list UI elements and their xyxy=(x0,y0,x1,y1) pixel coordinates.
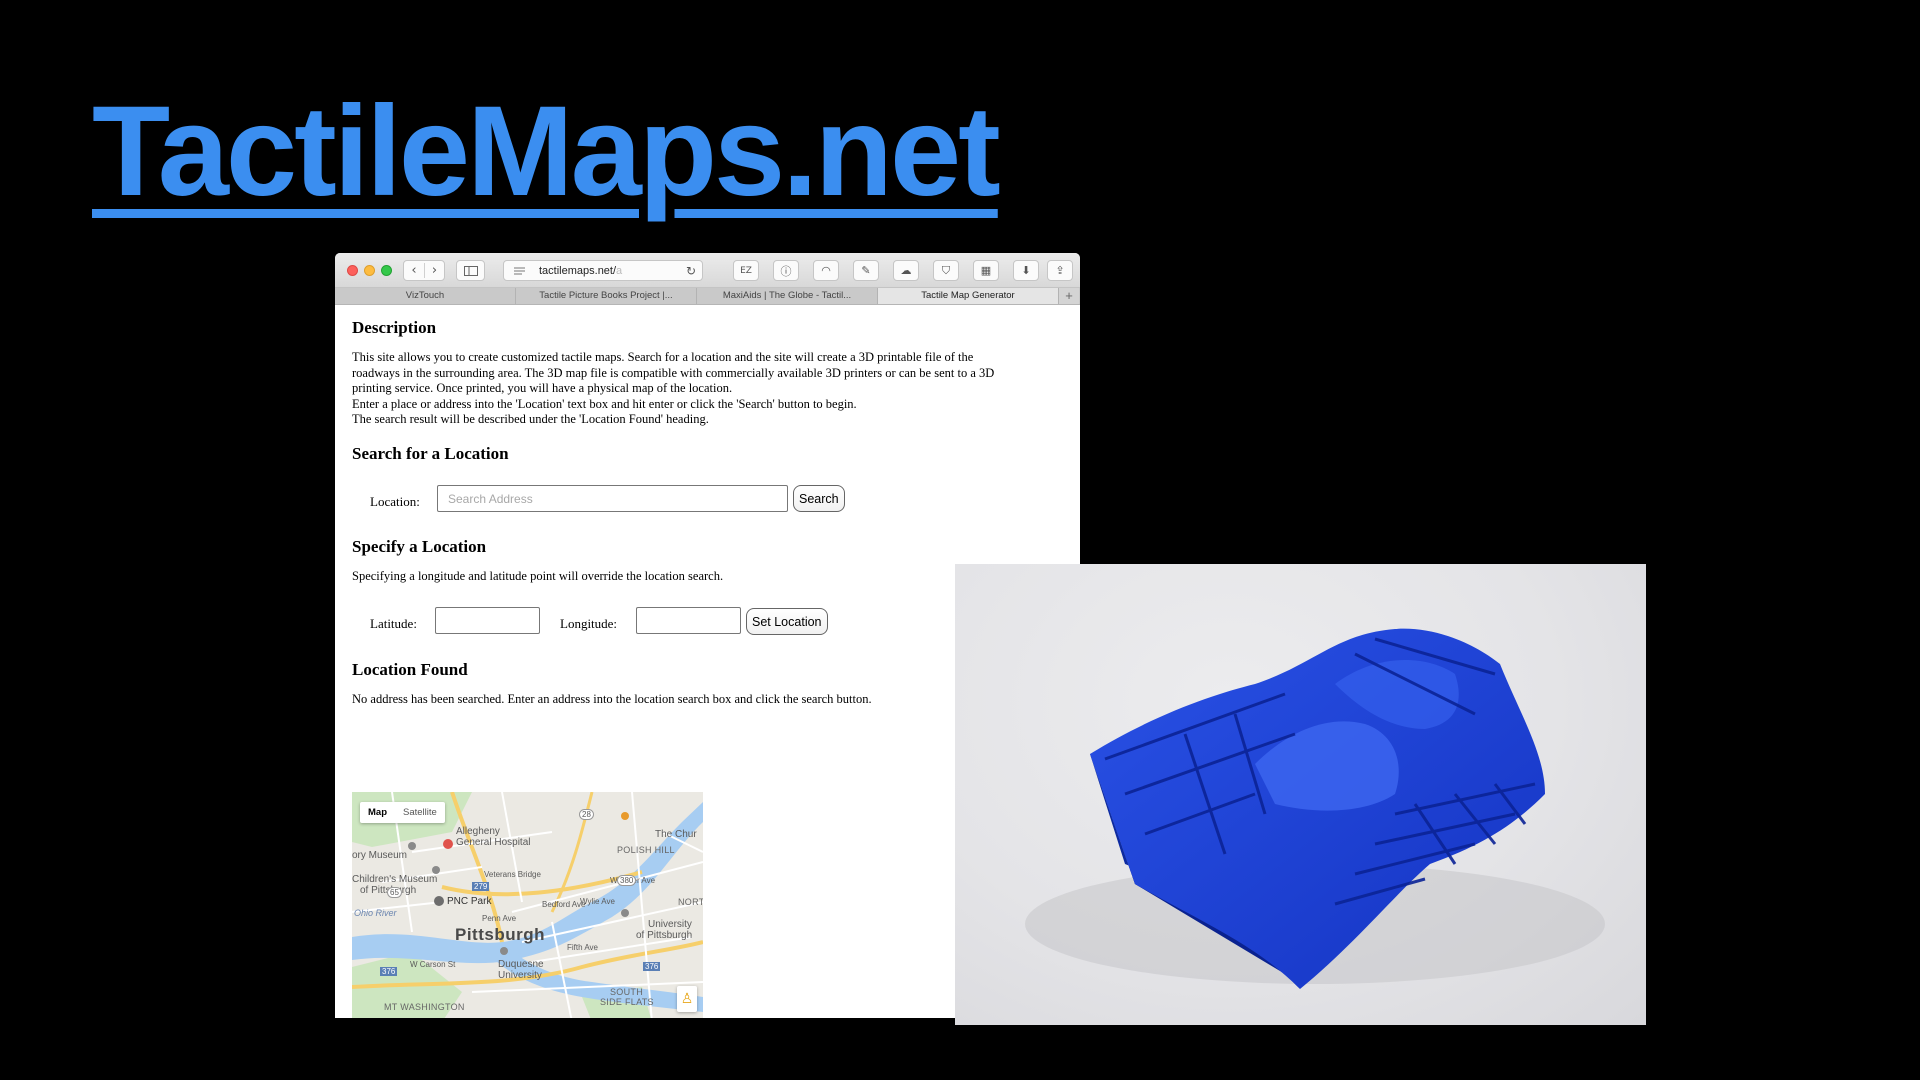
download-button[interactable]: ⬇ xyxy=(1013,260,1039,281)
longitude-label: Longitude: xyxy=(560,616,618,631)
reader-icon[interactable] xyxy=(514,267,525,275)
forward-icon[interactable]: › xyxy=(423,263,444,278)
map-label: PNC Park xyxy=(447,896,492,907)
url-text-faded: a xyxy=(616,264,623,277)
map-label: University xyxy=(648,919,692,930)
tab-tactile-map-generator[interactable]: Tactile Map Generator xyxy=(878,288,1059,304)
location-search-input[interactable] xyxy=(437,485,788,512)
map-view-button[interactable]: Map xyxy=(360,802,395,823)
description-heading: Description xyxy=(352,318,437,337)
map-label: Penn Ave xyxy=(482,914,517,923)
description-line: printing service. Once printed, you will… xyxy=(352,381,733,395)
map-label: Duquesne xyxy=(498,959,544,970)
route-shield: 279 xyxy=(472,882,490,891)
description-line: This site allows you to create customize… xyxy=(352,350,974,364)
shield-icon: ◠ xyxy=(821,264,831,277)
map-label: SIDE FLATS xyxy=(600,997,654,1007)
route-shield: 65 xyxy=(387,887,402,898)
location-label: Location: xyxy=(370,494,420,509)
tab-maxiaids[interactable]: MaxiAids | The Globe - Tactil... xyxy=(697,288,878,304)
map-label: The Chur xyxy=(655,829,697,840)
download-icon: ⬇ xyxy=(1021,264,1031,277)
slide-title: TactileMaps.net xyxy=(92,80,1001,223)
street-view-pegman-icon[interactable]: ♙ xyxy=(677,986,697,1012)
location-found-heading: Location Found xyxy=(352,660,468,679)
pin-icon: ✎ xyxy=(861,264,871,277)
tab-viztouch[interactable]: VizTouch xyxy=(335,288,516,304)
close-window-button[interactable] xyxy=(347,265,358,276)
map-label: Wylie Ave xyxy=(580,897,615,906)
map-label: MT WASHINGTON xyxy=(384,1002,465,1012)
search-heading: Search for a Location xyxy=(352,444,509,463)
reload-icon[interactable]: ↻ xyxy=(686,264,696,278)
map-label: Veterans Bridge xyxy=(484,870,541,879)
map-label: University xyxy=(498,970,542,981)
description-line: Enter a place or address into the 'Locat… xyxy=(352,396,857,411)
map-label: Allegheny xyxy=(456,826,500,837)
info-extension-button[interactable]: ⓘ xyxy=(773,260,799,281)
map-label: Children's Museum xyxy=(352,874,438,885)
map-label: Bedford Ave xyxy=(542,900,586,909)
description-line: The search result will be described unde… xyxy=(352,412,709,426)
cloud-icon: ☁ xyxy=(900,264,912,277)
share-icon: ⇪ xyxy=(1055,264,1065,277)
map-label: Ohio River xyxy=(354,908,397,918)
map-type-toggle: Map Satellite xyxy=(360,802,445,823)
latitude-input[interactable] xyxy=(435,607,540,634)
map-label: NORT xyxy=(678,897,703,907)
layout-extension-button[interactable]: ▦ xyxy=(973,260,999,281)
ez-label: EZ xyxy=(740,265,752,276)
satellite-view-button[interactable]: Satellite xyxy=(395,802,445,823)
map-label: W Carson St xyxy=(410,960,456,969)
tab-tactile-picture-books[interactable]: Tactile Picture Books Project |... xyxy=(516,288,697,304)
description-text: This site allows you to create customize… xyxy=(352,350,1072,428)
3d-printed-map-photo xyxy=(955,564,1646,1025)
minimize-window-button[interactable] xyxy=(364,265,375,276)
sidebar-toggle-button[interactable] xyxy=(456,260,485,281)
description-line: roadways in the surrounding area. The 3D… xyxy=(352,365,995,380)
map-label: General Hospital xyxy=(456,837,531,848)
tab-bar: VizTouch Tactile Picture Books Project |… xyxy=(335,288,1080,305)
map-label: Pittsburgh xyxy=(455,925,545,944)
map-label: Fifth Ave xyxy=(567,943,598,952)
map-label: SOUTH xyxy=(610,987,643,997)
route-shield: 28 xyxy=(579,809,594,820)
pin-extension-button[interactable]: ✎ xyxy=(853,260,879,281)
embedded-map[interactable]: Map Satellite Allegheny General Hospital… xyxy=(352,792,703,1018)
map-label: ory Museum xyxy=(352,850,408,861)
longitude-input[interactable] xyxy=(636,607,741,634)
latitude-label: Latitude: xyxy=(370,616,417,631)
tactile-map-model xyxy=(1025,628,1605,989)
share-button[interactable]: ⇪ xyxy=(1047,260,1073,281)
back-icon[interactable]: ‹ xyxy=(404,263,424,278)
address-bar[interactable]: tactilemaps.net/a ↻ xyxy=(503,260,703,281)
info-icon: ⓘ xyxy=(780,264,792,278)
new-tab-button[interactable]: + xyxy=(1059,288,1079,304)
pocket-extension-button[interactable]: ⛉ xyxy=(933,260,959,281)
specify-heading: Specify a Location xyxy=(352,537,487,556)
browser-toolbar: ‹ › tactilemaps.net/a ↻ EZ ⓘ ◠ ✎ ☁ ⛉ ▦ ⬇… xyxy=(335,253,1080,288)
route-shield: 376 xyxy=(380,967,398,976)
route-shield: 376 xyxy=(643,962,661,971)
nav-buttons: ‹ › xyxy=(403,260,445,281)
map-label: POLISH HILL xyxy=(617,845,675,855)
map-label: of Pittsburgh xyxy=(636,930,693,941)
ez-extension-button[interactable]: EZ xyxy=(733,260,759,281)
zoom-window-button[interactable] xyxy=(381,265,392,276)
route-shield: 380 xyxy=(617,875,637,886)
cloud-extension-button[interactable]: ☁ xyxy=(893,260,919,281)
shield-extension-button[interactable]: ◠ xyxy=(813,260,839,281)
pocket-icon: ⛉ xyxy=(941,263,951,277)
set-location-button[interactable]: Set Location xyxy=(746,608,828,635)
url-text: tactilemaps.net/ xyxy=(539,264,617,277)
layout-icon: ▦ xyxy=(980,264,992,277)
sidebar-icon xyxy=(463,265,478,276)
search-button[interactable]: Search xyxy=(793,485,845,512)
map-canvas xyxy=(352,792,703,1018)
